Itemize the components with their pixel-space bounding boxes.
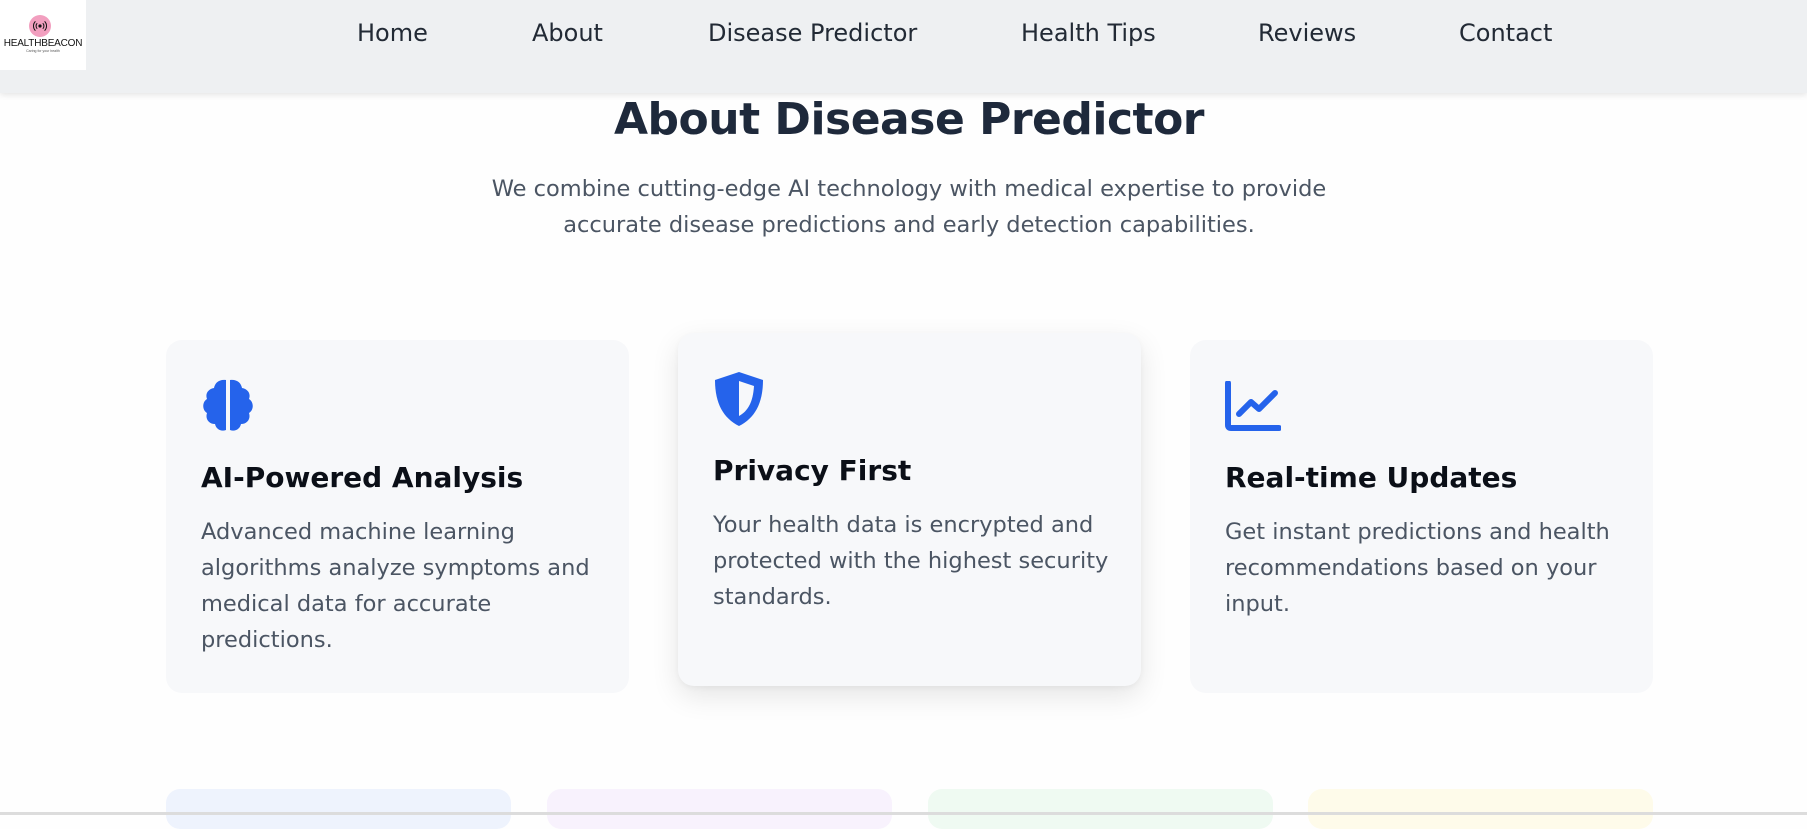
nav-disease-predictor[interactable]: Disease Predictor: [708, 17, 917, 49]
next-card-4: [1308, 789, 1653, 829]
brand-logo[interactable]: HEALTHBEACON Caring for your health: [0, 0, 86, 70]
next-card-3: [928, 789, 1273, 829]
card-text: Get instant predictions and health recom…: [1225, 519, 1610, 617]
card-title: AI-Powered Analysis: [201, 461, 524, 494]
card-title: Privacy First: [713, 454, 912, 487]
brain-icon: [201, 378, 255, 436]
card-text: Your health data is encrypted and protec…: [713, 512, 1109, 610]
nav-reviews[interactable]: Reviews: [1258, 17, 1356, 49]
top-navbar: HEALTHBEACON Caring for your health Home…: [0, 0, 1807, 93]
page-title: About Disease Predictor: [613, 94, 1205, 145]
card-text: Advanced machine learning algorithms ana…: [201, 519, 590, 653]
nav-health-tips[interactable]: Health Tips: [1021, 17, 1156, 49]
card-title: Real-time Updates: [1225, 461, 1518, 494]
feature-card-privacy: Privacy First Your health data is encryp…: [678, 333, 1141, 686]
section-subtitle: We combine cutting-edge AI technology wi…: [430, 171, 1388, 243]
next-card-2: [547, 789, 892, 829]
subtitle-line-2: accurate disease predictions and early d…: [563, 212, 1255, 238]
next-card-1: [166, 789, 511, 829]
chart-line-icon: [1225, 380, 1282, 435]
beacon-icon: [29, 15, 51, 37]
brand-tagline: Caring for your health: [26, 49, 60, 53]
nav-about[interactable]: About: [532, 17, 603, 49]
feature-card-realtime: Real-time Updates Get instant prediction…: [1190, 340, 1653, 693]
shield-icon: [713, 371, 765, 431]
feature-card-ai: AI-Powered Analysis Advanced machine lea…: [166, 340, 629, 693]
nav-contact[interactable]: Contact: [1459, 17, 1552, 49]
subtitle-line-1: We combine cutting-edge AI technology wi…: [491, 176, 1327, 202]
nav-home[interactable]: Home: [357, 17, 428, 49]
brand-name: HEALTHBEACON: [3, 38, 83, 49]
